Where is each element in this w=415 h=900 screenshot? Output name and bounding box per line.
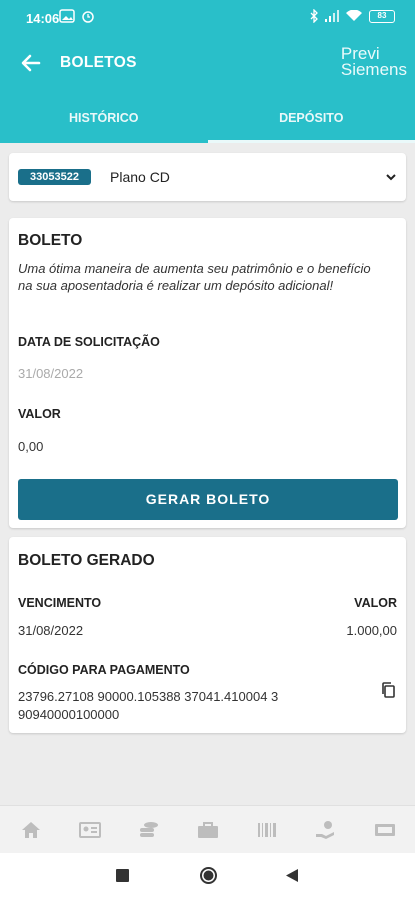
tab-bar: HISTÓRICO DEPÓSITO	[0, 96, 415, 143]
boleto-title: BOLETO	[18, 232, 83, 249]
image-icon	[59, 9, 75, 23]
gerado-title: BOLETO GERADO	[18, 552, 155, 569]
bottom-nav	[0, 805, 415, 853]
back-triangle-icon[interactable]	[285, 868, 299, 883]
gerado-valor-label: VALOR	[354, 596, 397, 610]
plan-selector[interactable]: 33053522 Plano CD	[9, 153, 406, 201]
gerar-boleto-button[interactable]: GERAR BOLETO	[18, 479, 398, 520]
tab-deposito[interactable]: DEPÓSITO	[207, 96, 415, 143]
coins-icon[interactable]	[138, 820, 160, 840]
app-header: 14:06 83 BOLETOS Previ Siemens HISTÓRICO…	[0, 0, 415, 143]
briefcase-icon[interactable]	[197, 820, 219, 840]
codigo-line-2: 90940000100000	[18, 707, 120, 722]
copy-icon[interactable]	[380, 681, 396, 699]
plan-number-badge: 33053522	[18, 169, 91, 185]
home-circle-icon[interactable]	[199, 866, 218, 885]
app-bar: BOLETOS Previ Siemens	[0, 40, 415, 86]
hand-coin-icon[interactable]	[315, 820, 337, 840]
id-card-icon[interactable]	[79, 820, 101, 840]
vencimento-value: 31/08/2022	[18, 623, 84, 638]
wifi-icon	[346, 10, 362, 21]
alarm-icon	[82, 11, 94, 23]
chevron-down-icon[interactable]	[385, 171, 397, 183]
battery-icon: 83	[369, 9, 395, 23]
back-arrow-icon[interactable]	[19, 51, 43, 75]
date-value[interactable]: 31/08/2022	[18, 366, 83, 381]
vencimento-label: VENCIMENTO	[18, 596, 102, 610]
codigo-label: CÓDIGO PARA PAGAMENTO	[18, 663, 190, 677]
system-nav-bar	[0, 853, 415, 900]
status-bar: 14:06 83	[0, 0, 415, 36]
brand-logo: Previ Siemens	[340, 45, 407, 79]
boleto-description: Uma ótima maneira de aumenta seu patrimô…	[18, 261, 371, 293]
cash-icon[interactable]	[374, 820, 396, 840]
gerado-valor-value: 1.000,00	[346, 623, 397, 638]
boleto-card: BOLETO Uma ótima maneira de aumenta seu …	[9, 218, 406, 528]
bluetooth-icon	[310, 9, 318, 23]
plan-name: Plano CD	[110, 169, 170, 185]
tab-historico[interactable]: HISTÓRICO	[0, 96, 208, 143]
signal-icon	[325, 10, 339, 22]
home-icon[interactable]	[20, 820, 42, 840]
date-label: DATA DE SOLICITAÇÃO	[18, 335, 160, 349]
valor-input[interactable]: 0,00	[18, 439, 43, 454]
codigo-line-1: 23796.27108 90000.105388 37041.410004 3	[18, 689, 279, 704]
recents-icon[interactable]	[116, 869, 129, 882]
status-time: 14:06	[26, 11, 60, 26]
logo-line-2: Siemens	[340, 60, 407, 79]
boleto-gerado-card: BOLETO GERADO VENCIMENTO VALOR 31/08/202…	[9, 537, 406, 733]
valor-label: VALOR	[18, 407, 61, 421]
barcode-icon[interactable]	[256, 820, 278, 840]
page-title: BOLETOS	[60, 54, 137, 71]
